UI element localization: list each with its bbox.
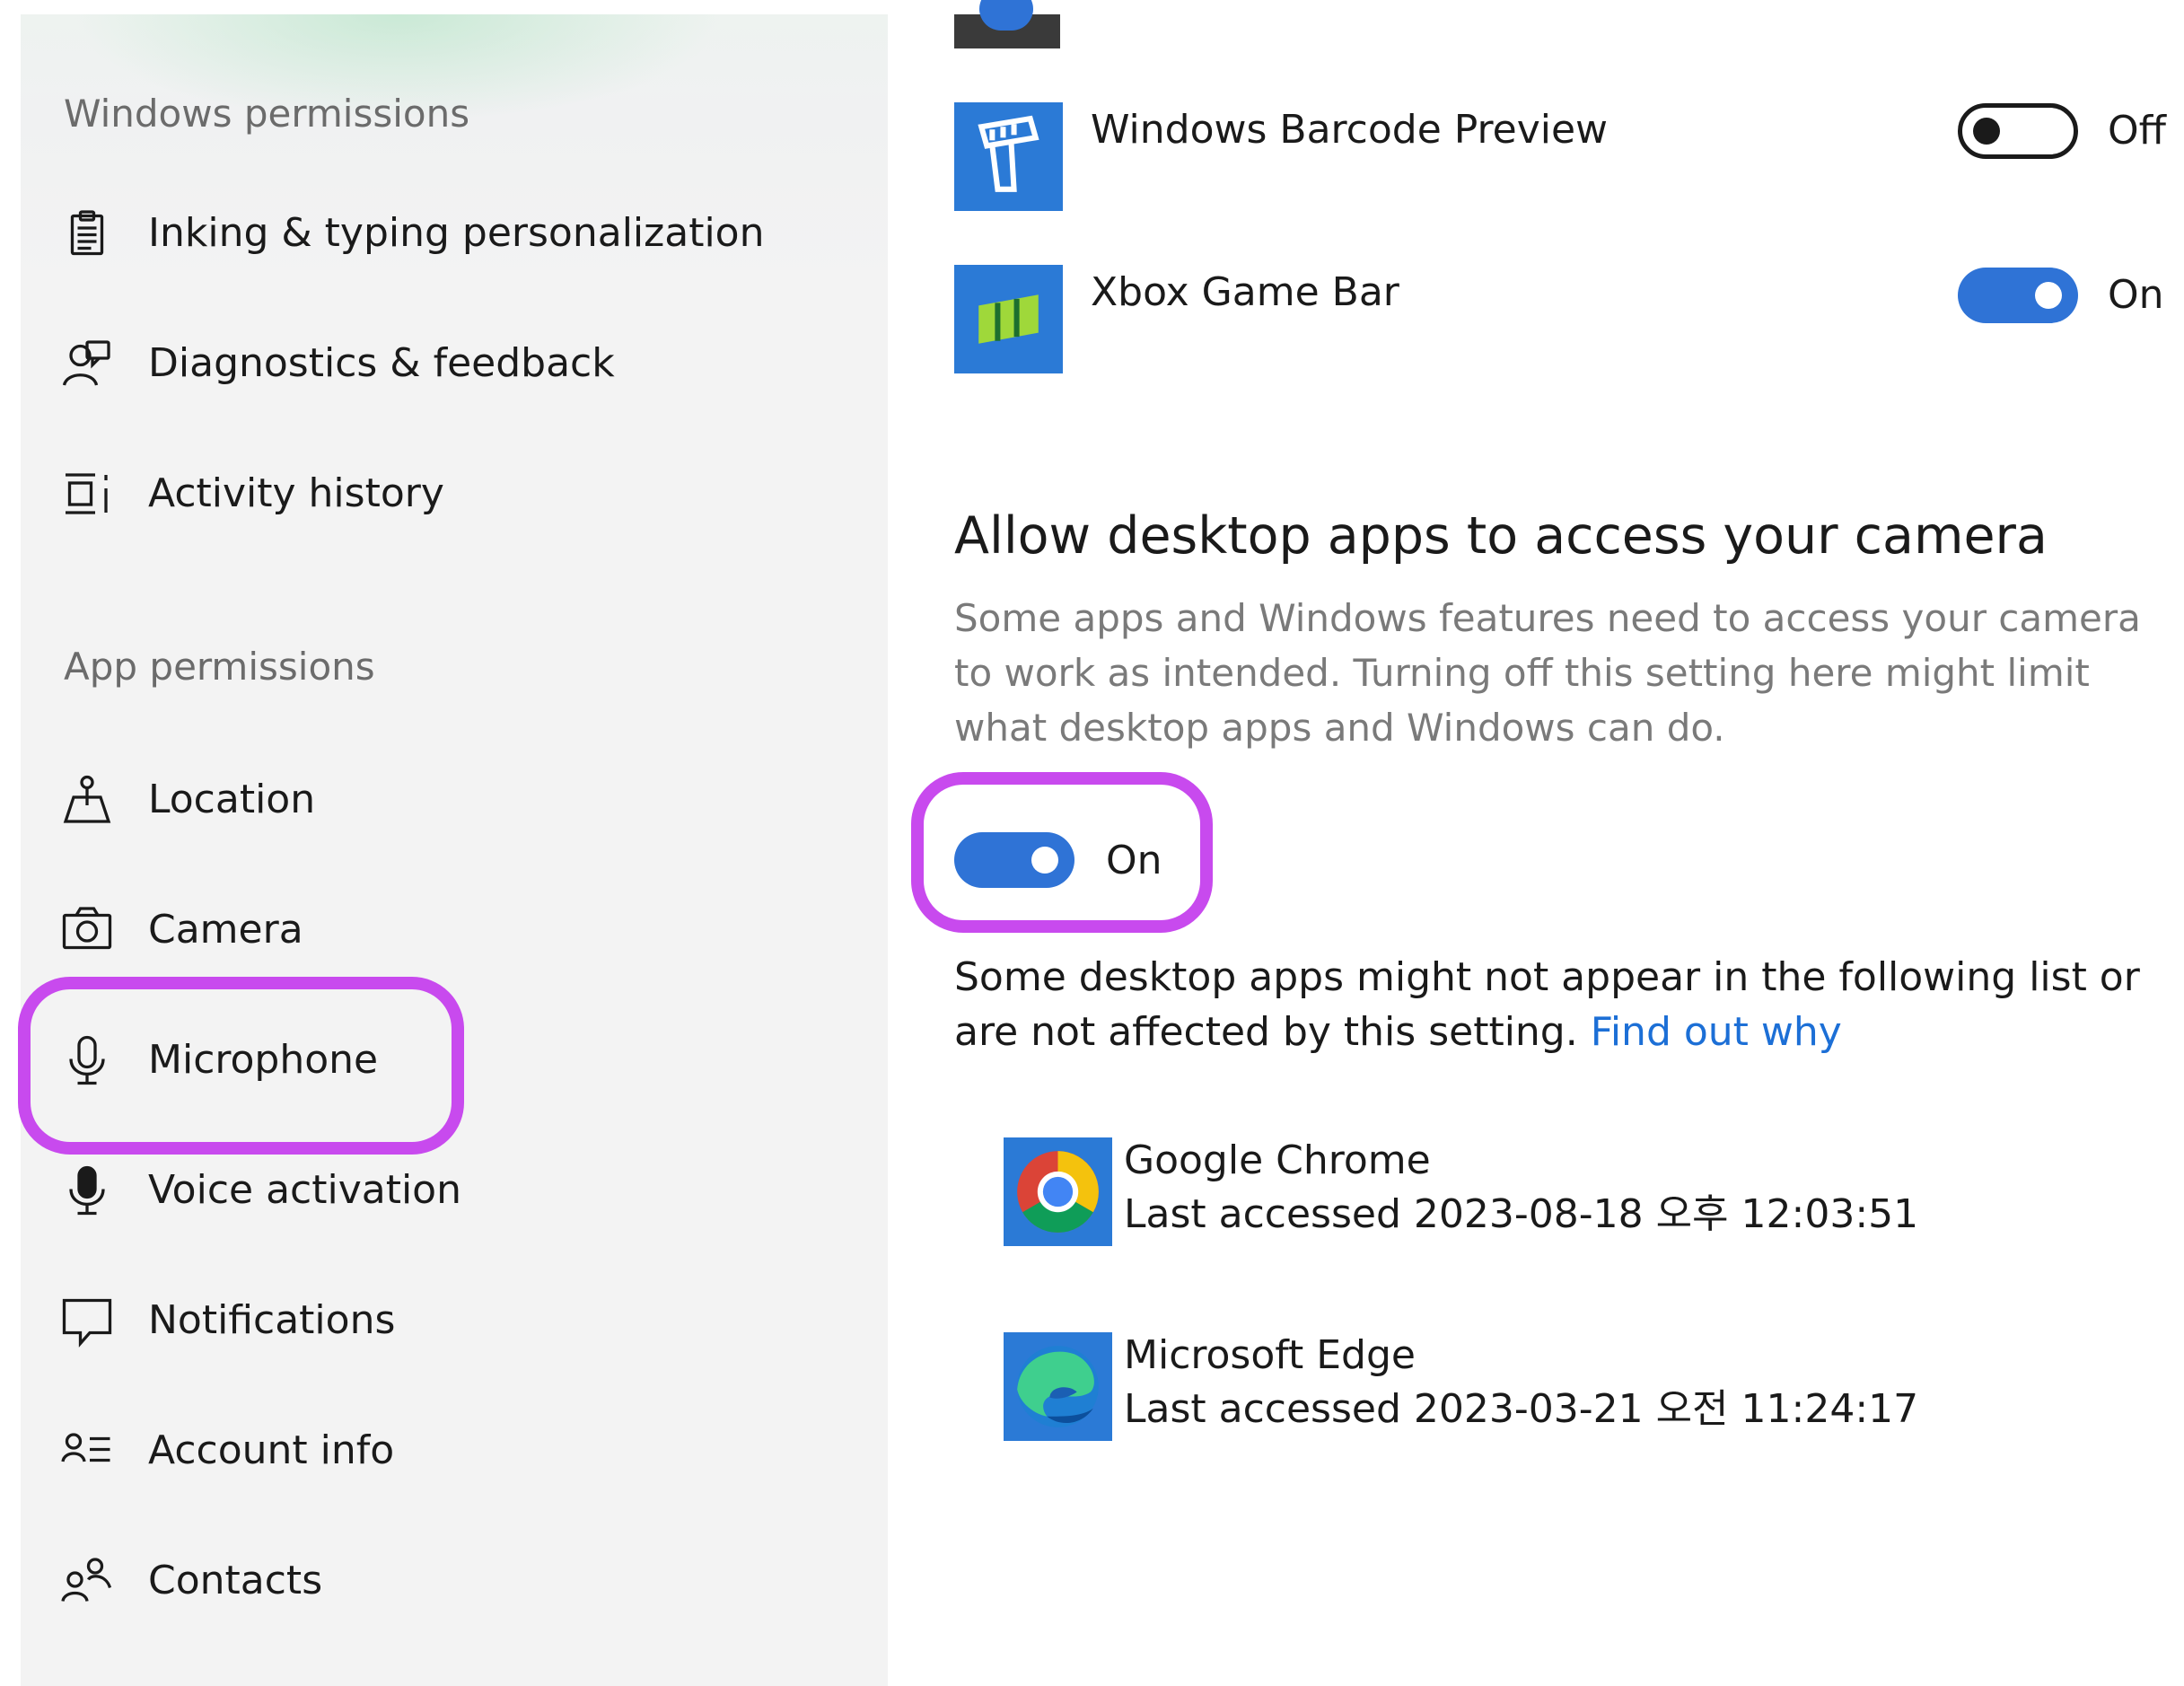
desktop-apps-camera-toggle[interactable] [954, 832, 1074, 888]
partial-app-tile-shape [979, 0, 1033, 31]
sidebar-item-label: Diagnostics & feedback [148, 340, 615, 386]
toggle-knob [1973, 118, 2000, 145]
app-row-barcode-preview: Windows Barcode Preview Off [954, 102, 2175, 211]
camera-icon [62, 907, 112, 950]
section-description: Some apps and Windows features need to a… [954, 596, 2141, 750]
xbox-game-bar-toggle[interactable] [1958, 268, 2078, 323]
sidebar-item-activity-history[interactable]: Activity history [21, 440, 888, 548]
section-heading: Allow desktop apps to access your camera [954, 506, 2048, 566]
settings-sidebar: Windows permissions Inking & typing pers… [21, 14, 888, 1686]
app-permissions-heading: App permissions [64, 645, 375, 689]
note-text: Some desktop apps might not appear in th… [954, 954, 2140, 1055]
sidebar-item-label: Location [148, 777, 316, 822]
voice-activation-icon [69, 1165, 105, 1216]
sidebar-item-label: Activity history [148, 470, 444, 516]
app-row-xbox-game-bar: Xbox Game Bar On [954, 265, 2175, 373]
contacts-icon [61, 1558, 112, 1603]
sidebar-item-location[interactable]: Location [21, 746, 888, 854]
account-info-icon [61, 1433, 110, 1462]
app-name: Windows Barcode Preview [1091, 107, 1609, 153]
sidebar-item-microphone[interactable]: Microphone [21, 1006, 888, 1114]
find-out-why-link[interactable]: Find out why [1591, 1009, 1842, 1055]
clipboard-icon [70, 210, 104, 256]
sidebar-item-contacts[interactable]: Contacts [21, 1527, 888, 1635]
edge-icon [1004, 1332, 1112, 1441]
sidebar-item-label: Notifications [148, 1297, 396, 1343]
last-accessed-text: Last accessed 2023-03-21 오전 11:24:17 [1124, 1386, 1919, 1432]
feedback-person-icon [62, 340, 110, 386]
sidebar-item-label: Inking & typing personalization [148, 210, 765, 256]
notifications-icon [62, 1298, 112, 1348]
barcode-preview-toggle[interactable] [1958, 103, 2078, 159]
sidebar-item-label: Contacts [148, 1558, 323, 1603]
location-icon [63, 775, 111, 823]
sidebar-item-camera[interactable]: Camera [21, 876, 888, 984]
sidebar-item-label: Microphone [148, 1037, 379, 1083]
toggle-knob [2035, 282, 2062, 309]
toggle-state-label: On [1106, 838, 1162, 883]
sidebar-item-label: Camera [148, 907, 303, 953]
microphone-icon [69, 1035, 105, 1085]
sidebar-item-label: Account info [148, 1427, 395, 1473]
desktop-app-item: Microsoft Edge Last accessed 2023-03-21 … [1004, 1332, 2081, 1442]
sidebar-item-label: Voice activation [148, 1167, 461, 1213]
toggle-state-label: Off [2108, 108, 2166, 154]
chrome-icon [1004, 1137, 1112, 1246]
last-accessed-text: Last accessed 2023-08-18 오후 12:03:51 [1124, 1191, 1919, 1237]
sidebar-item-diagnostics-feedback[interactable]: Diagnostics & feedback [21, 310, 888, 417]
xbox-game-bar-icon [954, 265, 1063, 373]
app-name: Microsoft Edge [1124, 1332, 1416, 1378]
desktop-apps-note: Some desktop apps might not appear in th… [954, 950, 2157, 1059]
sidebar-item-notifications[interactable]: Notifications [21, 1267, 888, 1374]
sidebar-item-account-info[interactable]: Account info [21, 1397, 888, 1505]
partial-app-tile [954, 0, 1060, 48]
sidebar-item-voice-activation[interactable]: Voice activation [21, 1137, 888, 1244]
app-name: Google Chrome [1124, 1137, 1431, 1183]
activity-history-icon [66, 473, 108, 514]
sidebar-item-inking-typing[interactable]: Inking & typing personalization [21, 180, 888, 287]
barcode-scanner-icon [954, 102, 1063, 211]
app-name: Xbox Game Bar [1091, 269, 1399, 315]
desktop-app-item: Google Chrome Last accessed 2023-08-18 오… [1004, 1137, 2081, 1247]
toggle-knob [1031, 847, 1058, 874]
toggle-state-label: On [2108, 272, 2164, 318]
windows-permissions-heading: Windows permissions [64, 92, 470, 136]
